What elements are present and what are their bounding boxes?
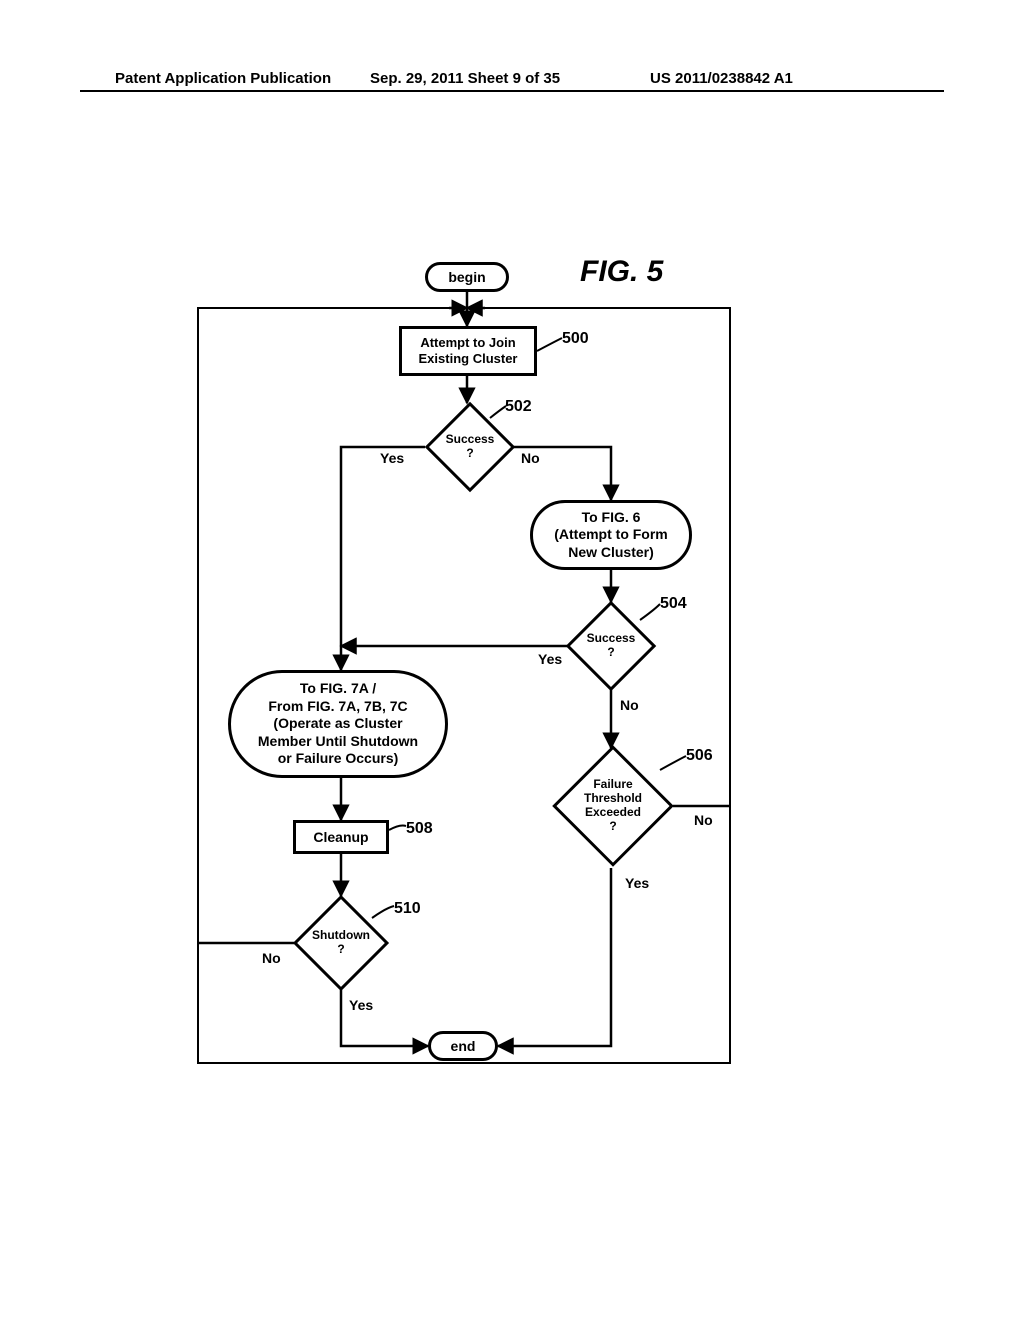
node-begin: begin [425,262,509,292]
node-attempt-join: Attempt to Join Existing Cluster [399,326,537,376]
figure-title: FIG. 5 [580,255,663,289]
node-to-fig6: To FIG. 6 (Attempt to Form New Cluster) [530,500,692,570]
header-left: Patent Application Publication [115,70,331,87]
ref-508: 508 [406,820,433,838]
ref-502: 502 [505,398,532,416]
flow-arrows [0,0,1024,1320]
label-506-yes: Yes [625,875,649,891]
header-divider [80,90,944,92]
label-502-no: No [521,450,540,466]
header-center: Sep. 29, 2011 Sheet 9 of 35 [370,70,560,87]
page-root: Patent Application Publication Sep. 29, … [0,0,1024,1320]
header-right: US 2011/0238842 A1 [650,70,793,87]
node-cleanup: Cleanup [293,820,389,854]
node-end: end [428,1031,498,1061]
label-510-no: No [262,950,281,966]
label-510-yes: Yes [349,997,373,1013]
node-shutdown: Shutdown ? [293,895,389,991]
node-success-1: Success ? [425,402,516,493]
label-504-no: No [620,697,639,713]
node-success-2: Success ? [566,601,657,692]
ref-506: 506 [686,747,713,765]
ref-500: 500 [562,330,589,348]
label-506-no: No [694,812,713,828]
ref-504: 504 [660,595,687,613]
node-failure-threshold: Failure Threshold Exceeded ? [552,745,674,867]
label-502-yes: Yes [380,450,404,466]
ref-510: 510 [394,900,421,918]
node-to-fig7: To FIG. 7A / From FIG. 7A, 7B, 7C (Opera… [228,670,448,778]
label-504-yes: Yes [538,651,562,667]
